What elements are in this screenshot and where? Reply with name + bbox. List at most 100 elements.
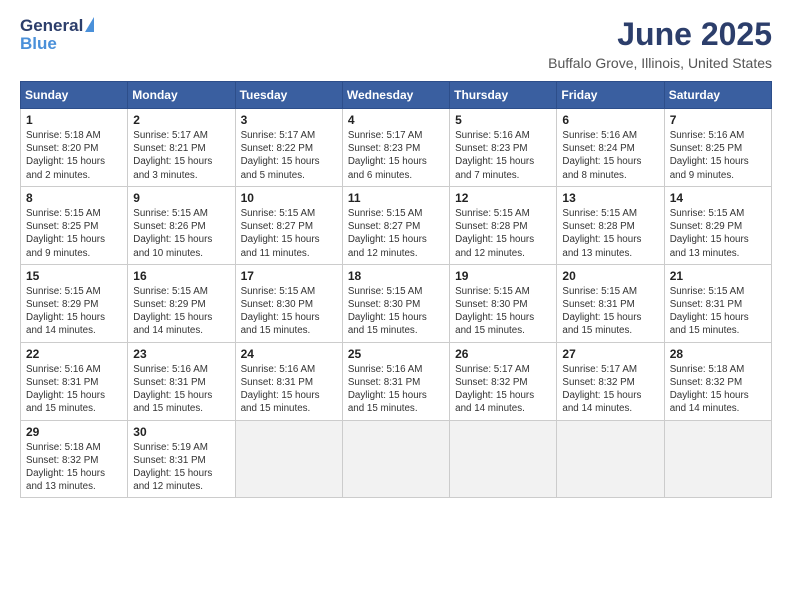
col-monday: Monday xyxy=(128,82,235,109)
day-info: Sunrise: 5:15 AMSunset: 8:27 PMDaylight:… xyxy=(241,207,337,260)
table-row: 1 Sunrise: 5:18 AMSunset: 8:20 PMDaylight… xyxy=(21,109,128,187)
calendar-table: Sunday Monday Tuesday Wednesday Thursday… xyxy=(20,81,772,498)
col-saturday: Saturday xyxy=(664,82,771,109)
day-number: 21 xyxy=(670,269,766,283)
table-row: 22 Sunrise: 5:16 AMSunset: 8:31 PMDayligh… xyxy=(21,342,128,420)
day-info: Sunrise: 5:15 AMSunset: 8:25 PMDaylight:… xyxy=(26,207,122,260)
table-row: 17 Sunrise: 5:15 AMSunset: 8:30 PMDayligh… xyxy=(235,264,342,342)
day-info: Sunrise: 5:15 AMSunset: 8:26 PMDaylight:… xyxy=(133,207,229,260)
table-row: 11 Sunrise: 5:15 AMSunset: 8:27 PMDayligh… xyxy=(342,186,449,264)
table-row: 23 Sunrise: 5:16 AMSunset: 8:31 PMDayligh… xyxy=(128,342,235,420)
table-row: 27 Sunrise: 5:17 AMSunset: 8:32 PMDayligh… xyxy=(557,342,664,420)
day-number: 16 xyxy=(133,269,229,283)
table-row: 3 Sunrise: 5:17 AMSunset: 8:22 PMDaylight… xyxy=(235,109,342,187)
day-number: 15 xyxy=(26,269,122,283)
table-row: 8 Sunrise: 5:15 AMSunset: 8:25 PMDaylight… xyxy=(21,186,128,264)
day-number: 24 xyxy=(241,347,337,361)
day-number: 12 xyxy=(455,191,551,205)
calendar-week-row: 8 Sunrise: 5:15 AMSunset: 8:25 PMDaylight… xyxy=(21,186,772,264)
col-thursday: Thursday xyxy=(450,82,557,109)
day-info: Sunrise: 5:16 AMSunset: 8:23 PMDaylight:… xyxy=(455,129,551,182)
day-number: 14 xyxy=(670,191,766,205)
day-info: Sunrise: 5:15 AMSunset: 8:29 PMDaylight:… xyxy=(26,285,122,338)
calendar-week-row: 1 Sunrise: 5:18 AMSunset: 8:20 PMDaylight… xyxy=(21,109,772,187)
day-info: Sunrise: 5:15 AMSunset: 8:29 PMDaylight:… xyxy=(670,207,766,260)
day-number: 19 xyxy=(455,269,551,283)
col-friday: Friday xyxy=(557,82,664,109)
table-row: 9Sunrise: 5:15 AMSunset: 8:26 PMDaylight… xyxy=(128,186,235,264)
col-wednesday: Wednesday xyxy=(342,82,449,109)
day-number: 2 xyxy=(133,113,229,127)
day-info: Sunrise: 5:18 AMSunset: 8:32 PMDaylight:… xyxy=(26,441,122,494)
table-row: 10Sunrise: 5:15 AMSunset: 8:27 PMDayligh… xyxy=(235,186,342,264)
day-info: Sunrise: 5:16 AMSunset: 8:25 PMDaylight:… xyxy=(670,129,766,182)
day-info: Sunrise: 5:18 AMSunset: 8:20 PMDaylight:… xyxy=(26,129,122,182)
title-block: June 2025 Buffalo Grove, Illinois, Unite… xyxy=(548,16,772,71)
day-info: Sunrise: 5:16 AMSunset: 8:31 PMDaylight:… xyxy=(26,363,122,416)
table-row: 7 Sunrise: 5:16 AMSunset: 8:25 PMDaylight… xyxy=(664,109,771,187)
day-number: 7 xyxy=(670,113,766,127)
day-number: 30 xyxy=(133,425,229,439)
day-number: 20 xyxy=(562,269,658,283)
day-number: 27 xyxy=(562,347,658,361)
day-number: 23 xyxy=(133,347,229,361)
day-info: Sunrise: 5:17 AMSunset: 8:22 PMDaylight:… xyxy=(241,129,337,182)
day-info: Sunrise: 5:17 AMSunset: 8:32 PMDaylight:… xyxy=(455,363,551,416)
day-number: 8 xyxy=(26,191,122,205)
table-row: 14 Sunrise: 5:15 AMSunset: 8:29 PMDayligh… xyxy=(664,186,771,264)
day-number: 4 xyxy=(348,113,444,127)
day-number: 11 xyxy=(348,191,444,205)
table-row: 5 Sunrise: 5:16 AMSunset: 8:23 PMDaylight… xyxy=(450,109,557,187)
subtitle: Buffalo Grove, Illinois, United States xyxy=(548,55,772,71)
day-info: Sunrise: 5:15 AMSunset: 8:28 PMDaylight:… xyxy=(562,207,658,260)
day-number: 25 xyxy=(348,347,444,361)
day-number: 1 xyxy=(26,113,122,127)
day-number: 13 xyxy=(562,191,658,205)
table-row xyxy=(664,420,771,498)
day-info: Sunrise: 5:17 AMSunset: 8:23 PMDaylight:… xyxy=(348,129,444,182)
table-row: 20 Sunrise: 5:15 AMSunset: 8:31 PMDayligh… xyxy=(557,264,664,342)
table-row: 28 Sunrise: 5:18 AMSunset: 8:32 PMDayligh… xyxy=(664,342,771,420)
table-row: 30Sunrise: 5:19 AMSunset: 8:31 PMDayligh… xyxy=(128,420,235,498)
table-row xyxy=(342,420,449,498)
day-info: Sunrise: 5:16 AMSunset: 8:24 PMDaylight:… xyxy=(562,129,658,182)
day-number: 6 xyxy=(562,113,658,127)
table-row: 6 Sunrise: 5:16 AMSunset: 8:24 PMDaylight… xyxy=(557,109,664,187)
day-info: Sunrise: 5:15 AMSunset: 8:31 PMDaylight:… xyxy=(562,285,658,338)
calendar-week-row: 15 Sunrise: 5:15 AMSunset: 8:29 PMDayligh… xyxy=(21,264,772,342)
day-number: 28 xyxy=(670,347,766,361)
logo: General Blue xyxy=(20,16,94,54)
table-row: 26Sunrise: 5:17 AMSunset: 8:32 PMDayligh… xyxy=(450,342,557,420)
table-row: 19Sunrise: 5:15 AMSunset: 8:30 PMDayligh… xyxy=(450,264,557,342)
page: General Blue June 2025 Buffalo Grove, Il… xyxy=(0,0,792,612)
day-number: 5 xyxy=(455,113,551,127)
day-info: Sunrise: 5:17 AMSunset: 8:21 PMDaylight:… xyxy=(133,129,229,182)
table-row xyxy=(557,420,664,498)
day-number: 22 xyxy=(26,347,122,361)
day-number: 29 xyxy=(26,425,122,439)
day-number: 3 xyxy=(241,113,337,127)
table-row: 21 Sunrise: 5:15 AMSunset: 8:31 PMDayligh… xyxy=(664,264,771,342)
calendar-header-row: Sunday Monday Tuesday Wednesday Thursday… xyxy=(21,82,772,109)
day-info: Sunrise: 5:15 AMSunset: 8:28 PMDaylight:… xyxy=(455,207,551,260)
day-number: 17 xyxy=(241,269,337,283)
day-info: Sunrise: 5:17 AMSunset: 8:32 PMDaylight:… xyxy=(562,363,658,416)
table-row: 2 Sunrise: 5:17 AMSunset: 8:21 PMDaylight… xyxy=(128,109,235,187)
table-row: 4 Sunrise: 5:17 AMSunset: 8:23 PMDaylight… xyxy=(342,109,449,187)
table-row xyxy=(450,420,557,498)
table-row: 13 Sunrise: 5:15 AMSunset: 8:28 PMDayligh… xyxy=(557,186,664,264)
day-info: Sunrise: 5:16 AMSunset: 8:31 PMDaylight:… xyxy=(133,363,229,416)
main-title: June 2025 xyxy=(548,16,772,53)
calendar-week-row: 22 Sunrise: 5:16 AMSunset: 8:31 PMDayligh… xyxy=(21,342,772,420)
table-row: 29 Sunrise: 5:18 AMSunset: 8:32 PMDayligh… xyxy=(21,420,128,498)
day-info: Sunrise: 5:15 AMSunset: 8:30 PMDaylight:… xyxy=(241,285,337,338)
logo-blue-text: Blue xyxy=(20,34,57,54)
col-tuesday: Tuesday xyxy=(235,82,342,109)
table-row: 16Sunrise: 5:15 AMSunset: 8:29 PMDayligh… xyxy=(128,264,235,342)
table-row xyxy=(235,420,342,498)
day-info: Sunrise: 5:15 AMSunset: 8:30 PMDaylight:… xyxy=(348,285,444,338)
day-number: 18 xyxy=(348,269,444,283)
day-info: Sunrise: 5:15 AMSunset: 8:27 PMDaylight:… xyxy=(348,207,444,260)
day-info: Sunrise: 5:18 AMSunset: 8:32 PMDaylight:… xyxy=(670,363,766,416)
day-info: Sunrise: 5:15 AMSunset: 8:31 PMDaylight:… xyxy=(670,285,766,338)
